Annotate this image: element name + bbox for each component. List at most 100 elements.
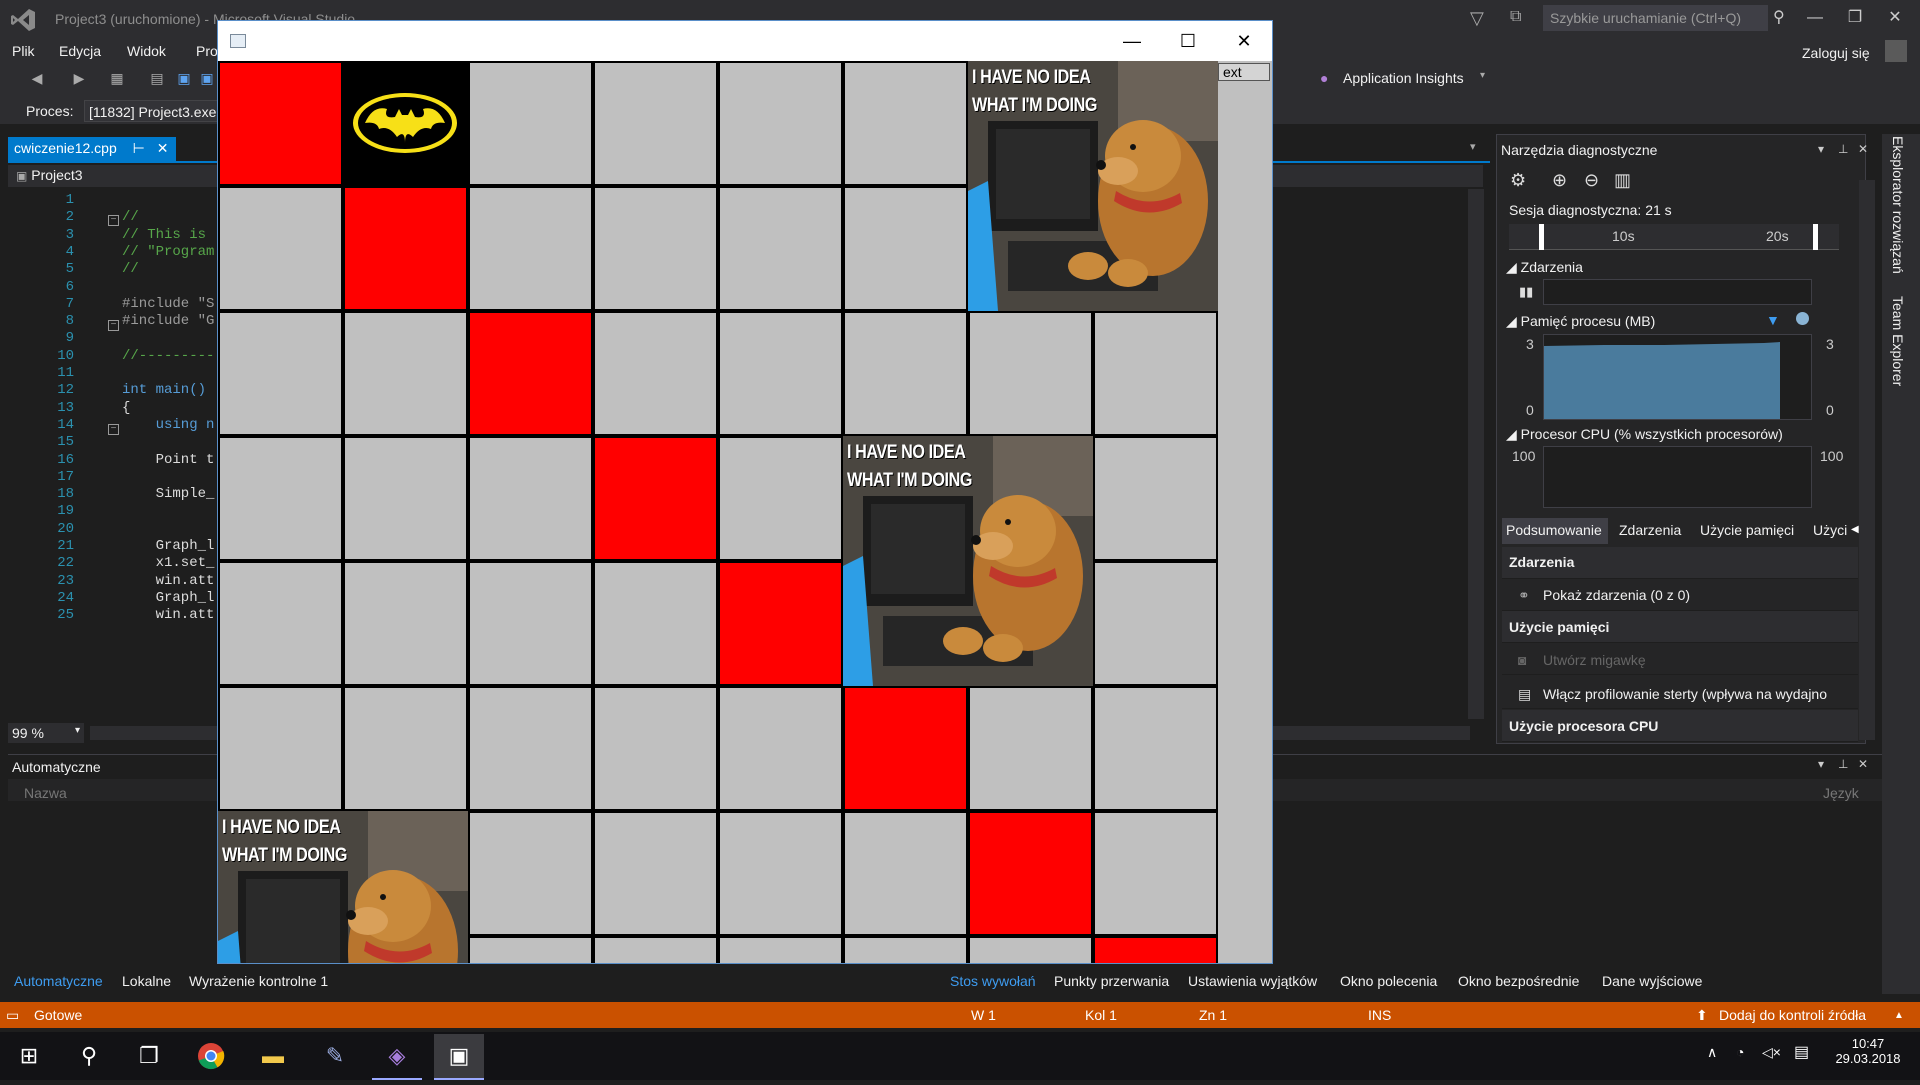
memory-chart[interactable] <box>1543 334 1812 420</box>
chrome-icon[interactable] <box>186 1034 236 1078</box>
pin-icon[interactable]: ⊥ <box>1838 142 1848 156</box>
process-dropdown[interactable]: [11832] Project3.exe <box>84 100 220 122</box>
code-line[interactable]: { <box>122 400 130 416</box>
tab-exception-settings[interactable]: Ustawienia wyjątków <box>1188 973 1317 989</box>
heap-profiling-checkbox[interactable]: Włącz profilowanie sterty (wpływa na wyd… <box>1543 686 1843 702</box>
take-snapshot-button[interactable]: Utwórz migawkę <box>1543 652 1646 668</box>
login-link[interactable]: Zaloguj się <box>1802 45 1870 61</box>
search-icon[interactable]: ⚲ <box>64 1034 114 1078</box>
column-name[interactable]: Nazwa <box>24 785 67 801</box>
code-line[interactable]: #include "G <box>122 313 214 329</box>
solution-explorer-tab[interactable]: Eksplorator rozwiązań <box>1890 136 1906 274</box>
tab-output[interactable]: Dane wyjściowe <box>1602 973 1702 989</box>
code-line[interactable]: // <box>122 209 139 225</box>
code-line[interactable]: // <box>122 261 139 277</box>
new-project-icon[interactable]: ▦ <box>108 70 126 88</box>
project-dropdown[interactable]: ▣ Project3 <box>16 167 83 183</box>
menu-widok[interactable]: Widok <box>127 43 166 59</box>
tab-command-window[interactable]: Okno polecenia <box>1340 973 1437 989</box>
zoom-dropdown[interactable]: 99 % ▾ <box>8 723 84 743</box>
clock[interactable]: 10:47 29.03.2018 <box>1828 1036 1908 1066</box>
diag-scrollbar[interactable] <box>1859 180 1875 740</box>
avatar[interactable] <box>1885 40 1907 62</box>
app-maximize-icon[interactable]: ☐ <box>1160 21 1216 61</box>
code-line[interactable]: //--------- <box>122 348 214 364</box>
search-icon[interactable]: ⚲ <box>1773 7 1785 27</box>
file-explorer-icon[interactable]: ▬ <box>248 1034 298 1078</box>
forward-icon[interactable]: ▶ <box>70 70 88 88</box>
tab-watch1[interactable]: Wyrażenie kontrolne 1 <box>189 973 328 989</box>
pin-icon[interactable]: ⊥ <box>1838 757 1848 771</box>
code-line[interactable]: win.att <box>122 573 215 589</box>
fold-toggle-icon[interactable]: − <box>108 215 119 226</box>
code-line[interactable]: Graph_l <box>122 538 215 554</box>
filter-icon[interactable]: ▽ <box>1470 8 1484 29</box>
code-line[interactable]: x1.set_ <box>122 555 215 571</box>
close-icon[interactable]: ✕ <box>1858 757 1868 771</box>
tab-cwiczenie12[interactable]: cwiczenie12.cpp ⊢ ✕ <box>8 137 176 161</box>
fold-toggle-icon[interactable]: − <box>108 320 119 331</box>
wifi-icon[interactable]: ◔ <box>1736 1044 1744 1060</box>
tab-automatyczne[interactable]: Automatyczne <box>14 973 103 989</box>
pause-icon[interactable]: ▮▮ <box>1519 284 1533 300</box>
tab-podsumowanie[interactable]: Podsumowanie <box>1506 522 1602 538</box>
quick-launch-input[interactable]: Szybkie uruchamianie (Ctrl+Q) <box>1543 5 1768 31</box>
next-button[interactable]: ext <box>1218 63 1270 81</box>
restore-icon[interactable]: ❐ <box>1837 4 1873 32</box>
menu-projekt[interactable]: Pro <box>196 43 218 59</box>
show-events-link[interactable]: Pokaż zdarzenia (0 z 0) <box>1543 587 1690 603</box>
column-language[interactable]: Język <box>1823 785 1859 801</box>
fold-toggle-icon[interactable]: − <box>108 424 119 435</box>
open-icon[interactable]: ▤ <box>148 70 166 88</box>
visual-studio-taskbar-icon[interactable]: ◈ <box>372 1034 422 1078</box>
team-explorer-tab[interactable]: Team Explorer <box>1890 296 1906 386</box>
tab-memory-usage[interactable]: Użycie pamięci <box>1700 522 1794 538</box>
close-tab-icon[interactable]: ✕ <box>157 140 169 156</box>
session-timeline[interactable] <box>1509 224 1839 250</box>
application-insights-button[interactable]: Application Insights <box>1343 70 1464 86</box>
app-minimize-icon[interactable]: — <box>1104 21 1160 61</box>
tab-zdarzenia[interactable]: Zdarzenia <box>1619 522 1681 538</box>
events-section-title[interactable]: ◢ Zdarzenia <box>1506 259 1583 276</box>
task-view-icon[interactable]: ❐ <box>124 1034 174 1078</box>
back-icon[interactable]: ◀ <box>28 70 46 88</box>
code-line[interactable]: // This is <box>122 227 206 243</box>
gear-icon[interactable]: ⚙ <box>1510 170 1526 191</box>
save-all-icon[interactable]: ▣ <box>198 70 216 88</box>
menu-edycja[interactable]: Edycja <box>59 43 101 59</box>
app-window[interactable]: — ☐ ✕ I HAVE NO IDEA WHAT I'M DOING I HAVE… <box>217 20 1273 964</box>
tab-list-chevron-icon[interactable]: ▾ <box>1470 140 1476 153</box>
code-line[interactable]: Point t <box>122 452 215 468</box>
code-line[interactable]: #include "S <box>122 296 214 312</box>
zoom-in-icon[interactable]: ⊕ <box>1552 170 1567 191</box>
panel-menu-icon[interactable]: ▾ <box>1818 757 1824 771</box>
notifications-icon[interactable]: ▤ <box>1794 1042 1809 1062</box>
volume-muted-icon[interactable]: ◁× <box>1762 1044 1781 1061</box>
code-line[interactable]: Graph_l <box>122 590 215 606</box>
code-line[interactable]: int main() <box>122 382 206 398</box>
code-line[interactable]: Simple_ <box>122 486 215 502</box>
code-line[interactable]: using n <box>122 417 215 433</box>
tabs-scroll-left-icon[interactable]: ◀ <box>1851 524 1859 535</box>
app-close-icon[interactable]: ✕ <box>1216 21 1272 61</box>
windows-start-icon[interactable]: ⊞ <box>4 1034 54 1078</box>
feedback-icon[interactable]: ⧉ <box>1510 8 1521 26</box>
paint-icon[interactable]: ✎ <box>310 1034 360 1078</box>
code-line[interactable]: // "Program <box>122 244 214 260</box>
tab-call-stack[interactable]: Stos wywołań <box>950 973 1036 989</box>
visual-studio-logo-icon[interactable] <box>10 8 36 32</box>
menu-plik[interactable]: Plik <box>12 43 35 59</box>
checkerboard[interactable]: I HAVE NO IDEA WHAT I'M DOING I HAVE NO ID… <box>218 61 1218 963</box>
cpu-chart[interactable] <box>1543 446 1812 508</box>
editor-vertical-scrollbar[interactable] <box>1468 189 1484 719</box>
running-app-taskbar-icon[interactable]: ▣ <box>434 1034 484 1078</box>
tab-lokalne[interactable]: Lokalne <box>122 973 171 989</box>
zoom-out-icon[interactable]: ⊖ <box>1584 170 1599 191</box>
timeline-start-handle[interactable] <box>1539 224 1544 250</box>
tab-breakpoints[interactable]: Punkty przerwania <box>1054 973 1169 989</box>
chevron-up-icon[interactable]: ∧ <box>1707 1044 1717 1061</box>
add-to-source-control[interactable]: Dodaj do kontroli źródła <box>1719 1007 1866 1023</box>
panel-menu-icon[interactable]: ▾ <box>1818 142 1824 156</box>
cpu-section-title[interactable]: ◢ Procesor CPU (% wszystkich procesorów) <box>1506 426 1783 443</box>
close-icon[interactable]: ✕ <box>1858 142 1868 156</box>
